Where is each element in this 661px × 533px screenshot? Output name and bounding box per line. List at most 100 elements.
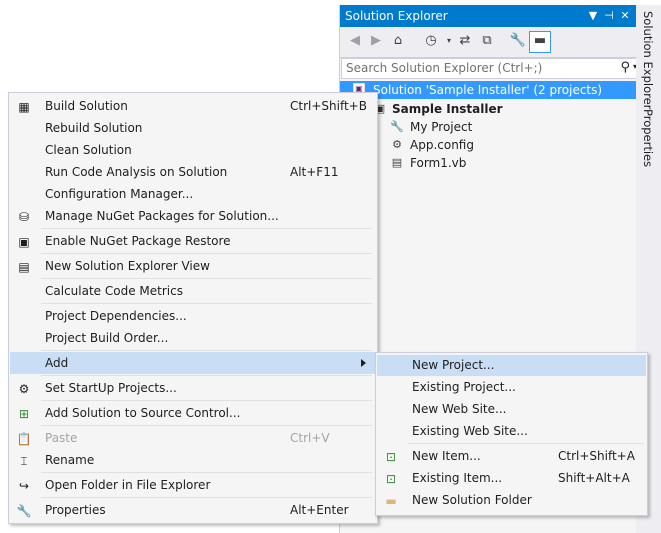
tree-item-label: Solution 'Sample Installer' (2 projects) (373, 83, 603, 97)
menu-item-label: Paste (45, 431, 78, 445)
settings-gear-icon: ⚙ (18, 382, 30, 396)
menu-separator (41, 472, 372, 473)
forward-icon[interactable]: ▶ (367, 32, 385, 50)
solution-explorer-titlebar: Solution Explorer ▼ ⊣ ✕ (340, 5, 636, 27)
submenu-item-existing-web-site[interactable]: Existing Web Site... (377, 421, 646, 442)
menu-separator (408, 443, 644, 444)
menu-item-label: Clean Solution (45, 143, 132, 157)
menu-item-label: Add Solution to Source Control... (45, 406, 241, 420)
menu-item-calculate-code-metrics[interactable]: Calculate Code Metrics (10, 281, 376, 302)
tree-item-my-project[interactable]: 🔧 My Project (340, 118, 636, 136)
tree-item-solution[interactable]: ▣ Solution 'Sample Installer' (2 project… (340, 81, 636, 99)
menu-separator (41, 400, 372, 401)
menu-item-label: Run Code Analysis on Solution (45, 165, 228, 179)
build-icon: ▦ (18, 100, 30, 114)
menu-item-shortcut: Ctrl+Shift+B (290, 99, 367, 113)
nuget-icon: ⛁ (18, 210, 30, 224)
menu-item-paste[interactable]: 📋 Paste Ctrl+V (10, 428, 376, 449)
properties-wrench-icon: 🔧 (16, 504, 32, 518)
menu-item-configuration-manager[interactable]: Configuration Manager... (10, 184, 376, 205)
menu-separator (41, 425, 372, 426)
tree-item-label: Sample Installer (392, 102, 503, 116)
search-icon[interactable]: ⚲ (620, 60, 630, 75)
menu-item-label: Calculate Code Metrics (45, 284, 183, 298)
search-box[interactable]: Search Solution Explorer (Ctrl+;) ⚲ ▾ (341, 58, 637, 79)
collapse-all-icon[interactable]: ⧉ (478, 32, 496, 50)
submenu-item-new-project[interactable]: New Project... (377, 355, 646, 376)
menu-separator (41, 228, 372, 229)
preview-selected-items-icon[interactable]: ▬ (529, 31, 551, 53)
tree-item-form1[interactable]: ▤ Form1.vb (340, 154, 636, 172)
menu-item-label: Project Dependencies... (45, 309, 187, 323)
menu-item-label: New Item... (412, 449, 481, 463)
menu-item-label: Project Build Order... (45, 331, 169, 345)
menu-item-label: Manage NuGet Packages for Solution... (45, 209, 279, 223)
menu-item-add[interactable]: Add (10, 352, 376, 374)
sync-icon[interactable]: ⇄ (456, 32, 474, 50)
home-icon[interactable]: ⌂ (389, 32, 407, 50)
tree-item-project[interactable]: ▣ Sample Installer (340, 100, 636, 118)
back-icon[interactable]: ◀ (346, 32, 364, 50)
rename-icon: ⌶ (20, 454, 28, 468)
submenu-item-new-web-site[interactable]: New Web Site... (377, 399, 646, 420)
submenu-item-existing-item[interactable]: ⊡ Existing Item... Shift+Alt+A (377, 468, 646, 489)
menu-separator (41, 253, 372, 254)
pending-changes-filter-icon[interactable]: ◷ (422, 32, 440, 50)
tab-solution-explorer[interactable]: Solution Explorer (641, 11, 655, 109)
menu-item-properties[interactable]: 🔧 Properties Alt+Enter (10, 500, 376, 521)
menu-item-enable-nuget-restore[interactable]: ▣ Enable NuGet Package Restore (10, 231, 376, 252)
tree-item-app-config[interactable]: ⚙ App.config (340, 136, 636, 154)
menu-item-label: New Project... (412, 358, 495, 372)
properties-wrench-icon[interactable]: 🔧 (509, 32, 527, 50)
menu-item-shortcut: Alt+F11 (290, 165, 339, 179)
menu-item-project-build-order[interactable]: Project Build Order... (10, 328, 376, 349)
tab-properties[interactable]: Properties (641, 109, 655, 167)
panel-title: Solution Explorer (345, 9, 448, 23)
submenu-item-new-item[interactable]: ⊡ New Item... Ctrl+Shift+A (377, 446, 646, 467)
auto-hide-pin-icon[interactable]: ⊣ (602, 9, 616, 23)
form-file-icon: ▤ (391, 156, 403, 169)
menu-item-label: Properties (45, 503, 106, 517)
close-icon[interactable]: ✕ (618, 9, 632, 23)
nuget-restore-icon: ▣ (18, 235, 30, 249)
menu-item-project-dependencies[interactable]: Project Dependencies... (10, 306, 376, 327)
menu-item-set-startup-projects[interactable]: ⚙ Set StartUp Projects... (10, 378, 376, 399)
window-position-dropdown-icon[interactable]: ▼ (586, 9, 600, 23)
search-input[interactable]: Search Solution Explorer (Ctrl+;) (346, 61, 542, 75)
submenu-item-existing-project[interactable]: Existing Project... (377, 377, 646, 398)
menu-separator (41, 278, 372, 279)
menu-item-add-to-source-control[interactable]: ⊞ Add Solution to Source Control... (10, 403, 376, 424)
new-item-icon: ⊡ (385, 450, 397, 464)
menu-separator (41, 303, 372, 304)
menu-item-build-solution[interactable]: ▦ Build Solution Ctrl+Shift+B (10, 96, 376, 117)
menu-item-shortcut: Shift+Alt+A (558, 471, 630, 485)
menu-separator (41, 497, 372, 498)
menu-separator (41, 375, 372, 376)
menu-item-label: New Solution Explorer View (45, 259, 210, 273)
menu-item-label: New Web Site... (412, 402, 507, 416)
solution-explorer-view-icon: ▤ (18, 260, 30, 274)
menu-item-rebuild-solution[interactable]: Rebuild Solution (10, 118, 376, 139)
paste-icon: 📋 (16, 432, 32, 446)
menu-item-run-code-analysis[interactable]: Run Code Analysis on Solution Alt+F11 (10, 162, 376, 183)
menu-item-label: Set StartUp Projects... (45, 381, 177, 395)
menu-item-label: Open Folder in File Explorer (45, 478, 211, 492)
solution-context-menu: ▦ Build Solution Ctrl+Shift+B Rebuild So… (8, 92, 378, 524)
menu-item-open-folder[interactable]: ↪ Open Folder in File Explorer (10, 475, 376, 496)
add-submenu: New Project... Existing Project... New W… (375, 352, 648, 516)
menu-item-label: Existing Item... (412, 471, 503, 485)
menu-item-label: Existing Project... (412, 380, 516, 394)
menu-item-label: Rename (45, 453, 95, 467)
existing-item-icon: ⊡ (385, 472, 397, 486)
menu-item-label: Rebuild Solution (45, 121, 143, 135)
tree-item-label: Form1.vb (410, 156, 467, 170)
menu-item-label: New Solution Folder (412, 493, 532, 507)
menu-separator (41, 350, 372, 351)
menu-item-new-solution-explorer-view[interactable]: ▤ New Solution Explorer View (10, 256, 376, 277)
menu-item-label: Enable NuGet Package Restore (45, 234, 231, 248)
solution-explorer-toolbar: ◀ ▶ ⌂ ◷ ▾ ⇄ ⧉ 🔧 ▬ (340, 27, 636, 58)
submenu-item-new-solution-folder[interactable]: ▬ New Solution Folder (377, 490, 646, 511)
menu-item-manage-nuget[interactable]: ⛁ Manage NuGet Packages for Solution... (10, 206, 376, 227)
menu-item-clean-solution[interactable]: Clean Solution (10, 140, 376, 161)
menu-item-rename[interactable]: ⌶ Rename (10, 450, 376, 471)
